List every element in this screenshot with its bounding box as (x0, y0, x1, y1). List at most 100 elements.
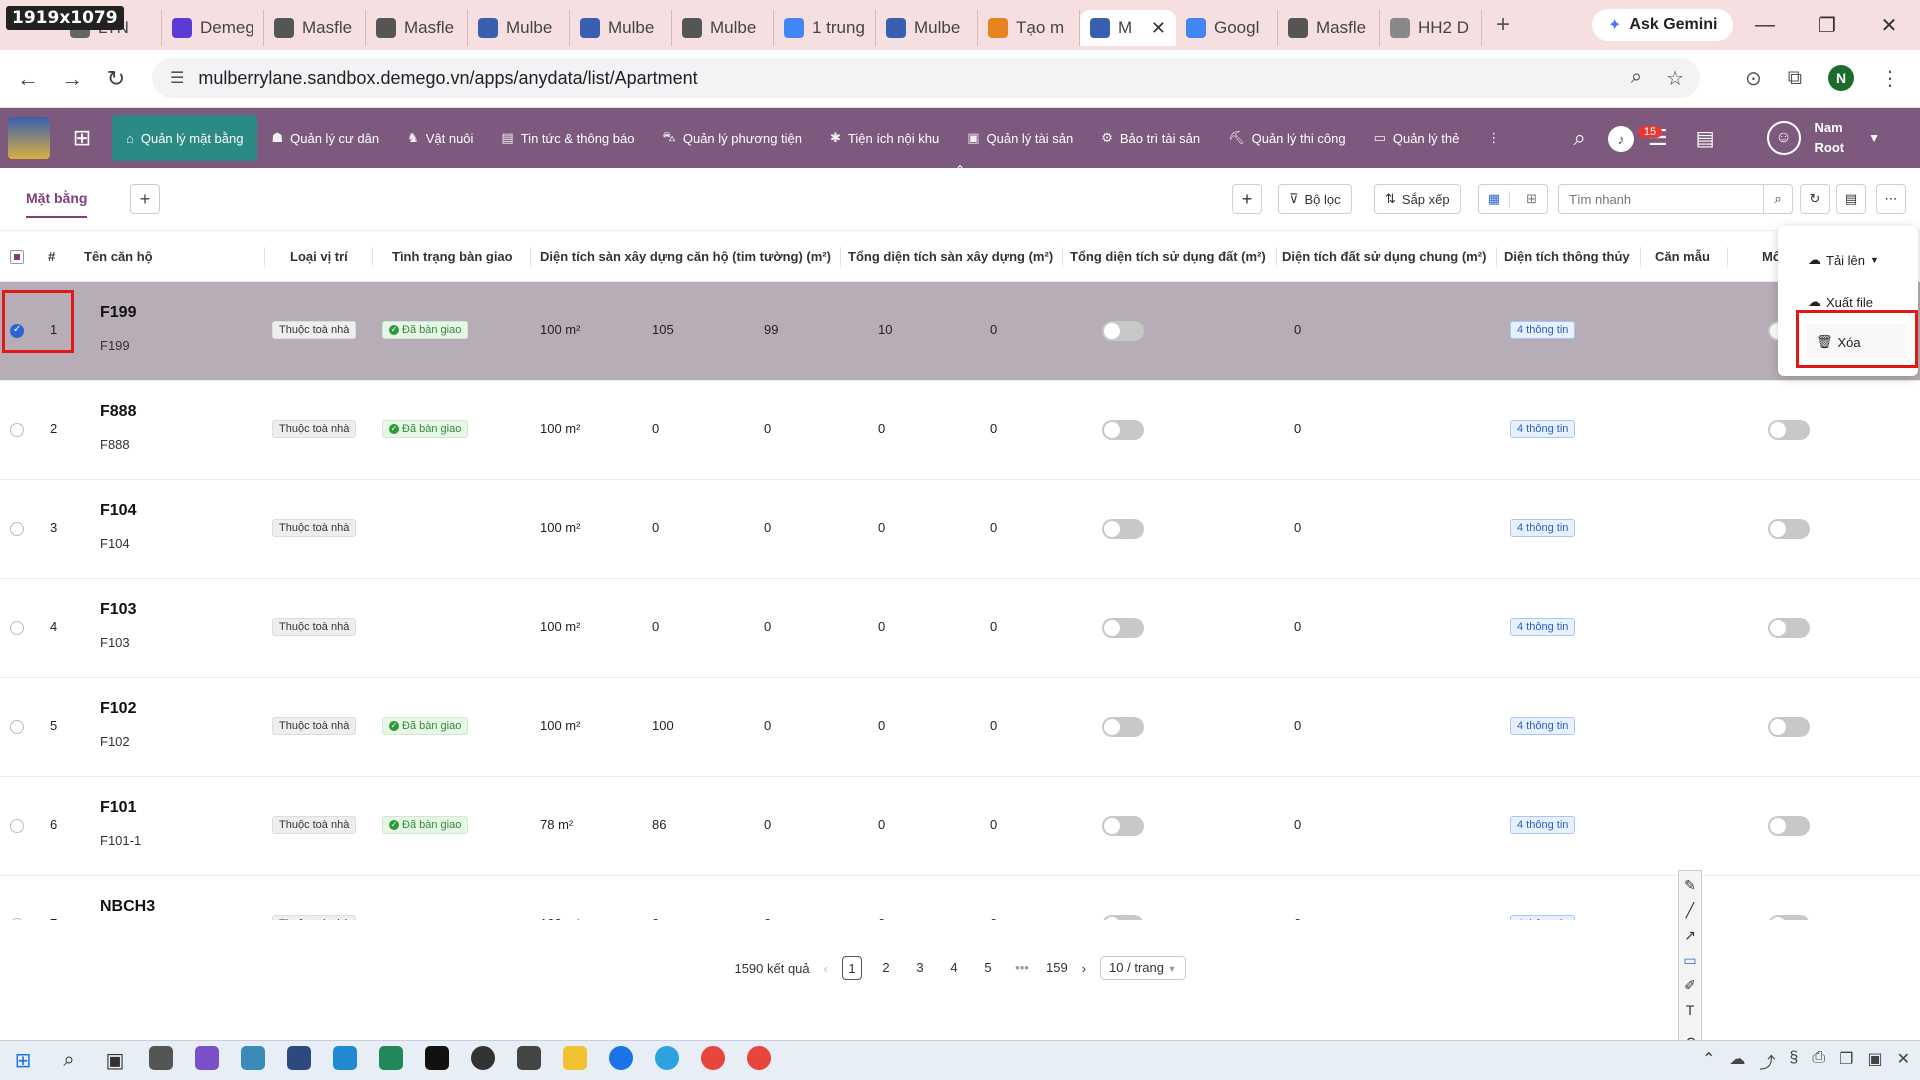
col-total-floor-area[interactable]: Tổng diện tích sàn xây dựng (m²) (848, 231, 1053, 283)
bookmark-star-icon[interactable]: ☆ (1666, 66, 1684, 91)
apartment-name[interactable]: F103 (100, 601, 136, 619)
sort-button[interactable]: ⇅ Sắp xếp (1374, 184, 1461, 214)
row-checkbox[interactable] (10, 423, 24, 437)
more-nav-icon[interactable]: ⋮ (1473, 115, 1514, 161)
table-row[interactable]: 3 F104 F104 Thuộc toà nhà 100 m² 0 0 0 0 0 4 thông… (0, 480, 1920, 579)
tab-mat-bang[interactable]: Mặt bằng (26, 190, 88, 218)
browser-tab[interactable]: Masfle (366, 10, 468, 46)
info-badge[interactable]: 4 thông tin (1510, 915, 1576, 920)
visual-studio-icon[interactable] (184, 1045, 230, 1076)
table-row[interactable]: 5 F102 F102 Thuộc toà nhà ✓ Đã bàn giao 100 m²… (0, 678, 1920, 777)
sample-toggle[interactable] (1102, 420, 1144, 440)
prev-page-button[interactable]: ‹ (824, 961, 828, 976)
search-submit-button[interactable]: ⌕ (1763, 184, 1793, 214)
vscode-icon[interactable] (322, 1045, 368, 1076)
notification-bell[interactable]: ♪ 15 (1602, 118, 1663, 158)
browser-tab[interactable]: 1 trung (774, 10, 876, 46)
table-view-icon[interactable]: ▦ (1479, 191, 1511, 207)
url-bar[interactable]: ☰ mulberrylane.sandbox.demego.vn/apps/an… (152, 58, 1700, 98)
browser-tab[interactable]: M ✕ (1080, 10, 1176, 46)
database-app-icon[interactable] (276, 1045, 322, 1076)
browser-tab[interactable]: Masfle (264, 10, 366, 46)
table-row[interactable]: 4 F103 F103 Thuộc toà nhà 100 m² 0 0 0 0 0 4 thông… (0, 579, 1920, 678)
browser-menu-icon[interactable]: ⋮ (1880, 66, 1900, 91)
zoom-icon[interactable]: ⌕ (1631, 66, 1642, 91)
row-checkbox[interactable] (10, 918, 24, 920)
sample-toggle[interactable] (1102, 717, 1144, 737)
user-avatar-icon[interactable]: ☺ (1766, 121, 1801, 155)
active-toggle[interactable] (1768, 816, 1810, 836)
select-all-checkbox[interactable] (10, 250, 24, 264)
table-row[interactable]: 2 F888 F888 Thuộc toà nhà ✓ Đã bàn giao 100 m²… (0, 381, 1920, 480)
zalo-icon[interactable] (598, 1045, 644, 1076)
nav-item-4[interactable]: ▤ Tin tức & thông báo (487, 115, 648, 161)
upload-menu-item[interactable]: ☁ Tải lên ▼ (1808, 252, 1879, 268)
nav-item-6[interactable]: ✱ Tiện ích nội khu (816, 115, 953, 161)
table-row[interactable]: 6 F101 F101-1 Thuộc toà nhà ✓ Đã bàn giao 78 m… (0, 777, 1920, 876)
active-toggle[interactable] (1768, 915, 1810, 920)
chrome-alt-icon[interactable] (736, 1045, 782, 1076)
active-toggle[interactable] (1768, 519, 1810, 539)
info-badge[interactable]: 4 thông tin (1510, 519, 1576, 537)
next-page-button[interactable]: › (1082, 961, 1086, 976)
text-icon[interactable]: T (1686, 1002, 1695, 1018)
terminal-app-icon[interactable] (368, 1045, 414, 1076)
col-name[interactable]: Tên căn hộ (84, 231, 153, 283)
tray-close-icon[interactable]: ✕ (1897, 1049, 1910, 1073)
row-checkbox[interactable] (10, 819, 24, 833)
active-toggle[interactable] (1768, 420, 1810, 440)
col-total-land-area[interactable]: Tổng diện tích sử dụng đất (m²) (1070, 231, 1266, 283)
tray-app-icon[interactable]: § (1789, 1049, 1798, 1073)
search-icon[interactable]: ⌕ (1574, 125, 1586, 151)
sample-toggle[interactable] (1102, 321, 1144, 341)
windows-start-icon[interactable]: ⊞ (0, 1048, 46, 1073)
chrome-icon[interactable] (690, 1045, 736, 1076)
site-settings-icon[interactable]: ☰ (170, 68, 184, 88)
apartment-name[interactable]: F199 (100, 304, 136, 322)
close-window-button[interactable]: ✕ (1858, 13, 1920, 38)
sample-toggle[interactable] (1102, 519, 1144, 539)
browser-tab[interactable]: Mulbe (570, 10, 672, 46)
browser-tab[interactable]: HH2 D (1380, 10, 1482, 46)
info-badge[interactable]: 4 thông tin (1510, 816, 1576, 834)
reload-icon[interactable]: ↻ (94, 66, 138, 92)
user-name[interactable]: Nam Root (1815, 118, 1845, 158)
ask-gemini-button[interactable]: ✦ Ask Gemini (1592, 9, 1734, 41)
nav-item-10[interactable]: ▭ Quản lý thẻ (1360, 115, 1474, 161)
browser-tab[interactable]: Mulbe (672, 10, 774, 46)
telegram-icon[interactable] (644, 1045, 690, 1076)
col-area[interactable]: Diện tích sàn xây dựng căn hộ (tim tường… (540, 231, 831, 283)
close-tab-icon[interactable]: ✕ (1151, 18, 1166, 39)
apartment-name[interactable]: F104 (100, 502, 136, 520)
col-shared-land-area[interactable]: Diện tích đất sử dụng chung (m²) (1282, 231, 1486, 283)
report-icon[interactable]: ▤ (1696, 126, 1715, 151)
user-menu-caret-icon[interactable]: ▼ (1868, 131, 1880, 145)
forward-icon[interactable]: → (50, 66, 94, 92)
nav-item-2[interactable]: ☗ Quản lý cư dân (257, 115, 393, 161)
box-app-icon[interactable] (506, 1045, 552, 1076)
refresh-button[interactable]: ↻ (1800, 184, 1830, 214)
camera-app-icon[interactable] (138, 1045, 184, 1076)
line-icon[interactable]: ╱ (1686, 902, 1694, 919)
apartment-name[interactable]: F101 (100, 799, 136, 817)
page-1[interactable]: 1 (842, 956, 862, 980)
browser-tab[interactable]: Mulbe (468, 10, 570, 46)
apps-grid-icon[interactable]: ⊞ (62, 125, 102, 151)
share-icon[interactable]: ⤴ (1759, 1049, 1775, 1073)
arrow-icon[interactable]: ↗ (1684, 927, 1696, 944)
add-record-button[interactable]: + (1232, 184, 1262, 214)
back-icon[interactable]: ← (6, 66, 50, 92)
browser-tab[interactable]: Demeg (162, 10, 264, 46)
nav-item-9[interactable]: ⛏ Quản lý thi công (1214, 115, 1359, 161)
col-index[interactable]: # (48, 231, 55, 283)
sample-toggle[interactable] (1102, 618, 1144, 638)
file-explorer-icon[interactable] (552, 1045, 598, 1076)
rectangle-icon[interactable]: ▭ (1683, 952, 1696, 969)
apartment-name[interactable]: F888 (100, 403, 136, 421)
page-3[interactable]: 3 (910, 956, 930, 980)
highlighter-icon[interactable]: ✐ (1684, 977, 1696, 994)
nav-item-8[interactable]: ⚙ Bảo trì tài sản (1087, 115, 1214, 161)
nav-item-5[interactable]: ⛍ Quản lý phương tiện (648, 115, 816, 161)
datagrip-icon[interactable] (414, 1045, 460, 1076)
nav-item-3[interactable]: ♞ Vật nuôi (393, 115, 487, 161)
